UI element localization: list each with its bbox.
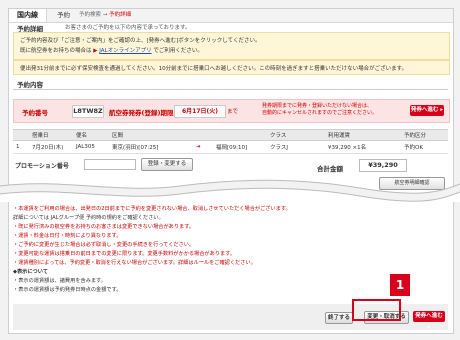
info-line-2-suffix: でご利用ください。: [153, 48, 203, 54]
section-divider: [13, 89, 448, 90]
col-class: クラス: [267, 129, 325, 141]
info-box: ご予約内容及び「ご注意・ご案内」をご確認の上、[発券へ進む]ボタンをクリックして…: [13, 32, 450, 60]
notes-section: ・本運賃をご利用の場合は、出発日の2日前までに予約を変更されない場合、取消しさせ…: [13, 205, 448, 301]
issue-ticket-button[interactable]: 発券へ進む ▸: [413, 311, 445, 330]
booking-bar: 予約番号 L8TW8Z 航空券発券(登録)期限 6月17日(火) まで 発券期限…: [13, 99, 450, 123]
breadcrumb-arrow: →: [102, 12, 108, 18]
promo-label: プロモーション番号: [15, 163, 69, 170]
table-header-row: 搭乗日 便名 区間 クラス 利用運賃 予約区分: [13, 129, 448, 141]
issue-ticket-label: 発券へ進む: [415, 313, 443, 319]
chevron-right-icon: ▸: [440, 107, 444, 113]
table-row: 1 7月20日(木) JAL305 東京(羽田)[07:25] ➜ 福岡[09:…: [13, 140, 448, 154]
col-dest: [213, 129, 267, 141]
tab-bar: 国内線 予約 予約検索 → 予約詳細: [9, 9, 453, 23]
deadline-suffix: まで: [227, 109, 239, 115]
info-line-1: ご予約内容及び「ご注意・ご案内」をご確認の上、[発券へ進む]ボタンをクリックして…: [20, 38, 261, 44]
cell-fare: ¥39,290 ×1名: [325, 140, 401, 154]
page-description: お客さまのご予約を以下の内容で承っております。: [65, 25, 191, 31]
issue-ticket-button-label: 発券へ進む: [410, 107, 439, 113]
note-line: ・既に発行済みの航空券をお持ちのお客さまは変更できない場合があります。: [13, 224, 195, 230]
cell-class: クラスJ: [267, 140, 325, 154]
tab-domestic[interactable]: 国内線: [9, 9, 47, 22]
route-arrow-icon: ➜: [193, 140, 213, 154]
col-arrow: [193, 129, 213, 141]
note-line: ・本運賃をご利用の場合は、出発日の2日前までに予約を変更されない場合、取消しさせ…: [13, 206, 291, 212]
deadline-note-2: 自動的にキャンセルされますのでご注意ください。: [262, 110, 378, 116]
deadline-value: 6月17日(火): [174, 105, 226, 118]
issue-ticket-button-top[interactable]: 発券へ進む ▸: [410, 105, 444, 116]
app-link[interactable]: JALオンラインアプリ: [99, 48, 151, 54]
flight-table: 搭乗日 便名 区間 クラス 利用運賃 予約区分 1 7月20日(木) JAL30…: [13, 129, 448, 154]
breadcrumb-search[interactable]: 予約検索: [79, 12, 101, 18]
note-line: ・運賃種別によっては、予約変更・取消を行えない場合がございます。詳細はルールをご…: [13, 260, 256, 266]
note-line: ・運賃・料金は日付・時刻により異なります。: [13, 233, 122, 239]
info-line-2: 既に航空券をお持ちの場合は ▶ JALオンラインアプリ でご利用ください。: [20, 46, 203, 54]
deadline-label: 航空券発券(登録)期限: [109, 109, 174, 117]
tab-reserve[interactable]: 予約: [57, 9, 70, 22]
booking-number: L8TW8Z: [72, 105, 104, 118]
note-line: ・ご予約に変更が生じた場合は必ず取消し・変更の手続きを行ってください。: [13, 242, 195, 248]
warning-text: 便出発31分前までに必ず保安検査を通過してください。10分前までに搭乗口へお越し…: [20, 66, 408, 72]
highlight-frame: [352, 299, 401, 321]
note-heading: ◆表示について: [13, 269, 48, 275]
breadcrumb: 予約検索 → 予約詳細: [79, 9, 131, 22]
col-flight: 便名: [73, 129, 109, 141]
promo-register-button[interactable]: 登録・変更する: [141, 158, 193, 171]
cell-date: 7月20日(木): [29, 140, 73, 154]
total-label: 合計金額: [317, 165, 343, 173]
booking-number-label: 予約番号: [22, 109, 48, 117]
note-line: ・変更可能な運賃は搭乗日の前日までの変更に限ります。変更手数料がかかる場合があり…: [13, 251, 236, 257]
deadline-note: 発券期限までに発券・登録いただけない場合は、 自動的にキャンセルされますのでご注…: [262, 103, 377, 117]
warning-box: 便出発31分前までに必ず保安検査を通過してください。10分前までに搭乗口へお越し…: [13, 60, 450, 75]
step-badge: 1: [390, 274, 410, 296]
cell-from: 東京(羽田)[07:25]: [109, 140, 193, 154]
cell-status: 予約OK: [401, 140, 448, 154]
app-window: 国内線 予約 予約検索 → 予約詳細 予約詳細 お客さまのご予約を以下の内容で承…: [8, 8, 454, 334]
page-tear-divider: [0, 179, 460, 202]
promo-input[interactable]: [84, 159, 136, 170]
col-date: 搭乗日: [29, 129, 73, 141]
deadline-note-1: 発券期限までに発券・登録いただけない場合は、: [262, 103, 373, 109]
breadcrumb-current: 予約詳細: [109, 12, 132, 18]
total-value: ¥39,290: [359, 159, 407, 172]
col-no: [13, 129, 29, 141]
col-status: 予約区分: [401, 129, 448, 141]
col-route: 区間: [109, 129, 193, 141]
info-line-2-prefix: 既に航空券をお持ちの場合は: [20, 48, 92, 54]
cell-to: 福岡[09:10]: [213, 140, 267, 154]
note-line: ・表示の運賃額は予約発券日時点の金額です。: [13, 287, 122, 293]
section-title: 予約内容: [17, 81, 43, 89]
note-line: ・表示の運賃額は、諸費用を含みます。: [13, 278, 106, 284]
cell-no: 1: [13, 140, 29, 154]
cell-flight: JAL305: [73, 140, 109, 154]
arrow-icon: ▶: [93, 48, 98, 54]
end-button[interactable]: 終了する: [325, 312, 353, 324]
col-fare: 利用運賃: [325, 129, 401, 141]
chevron-right-icon: ▸: [427, 324, 431, 330]
note-line: 詳細については JALグループ便 予約時の規約をご確認ください。: [13, 215, 164, 221]
